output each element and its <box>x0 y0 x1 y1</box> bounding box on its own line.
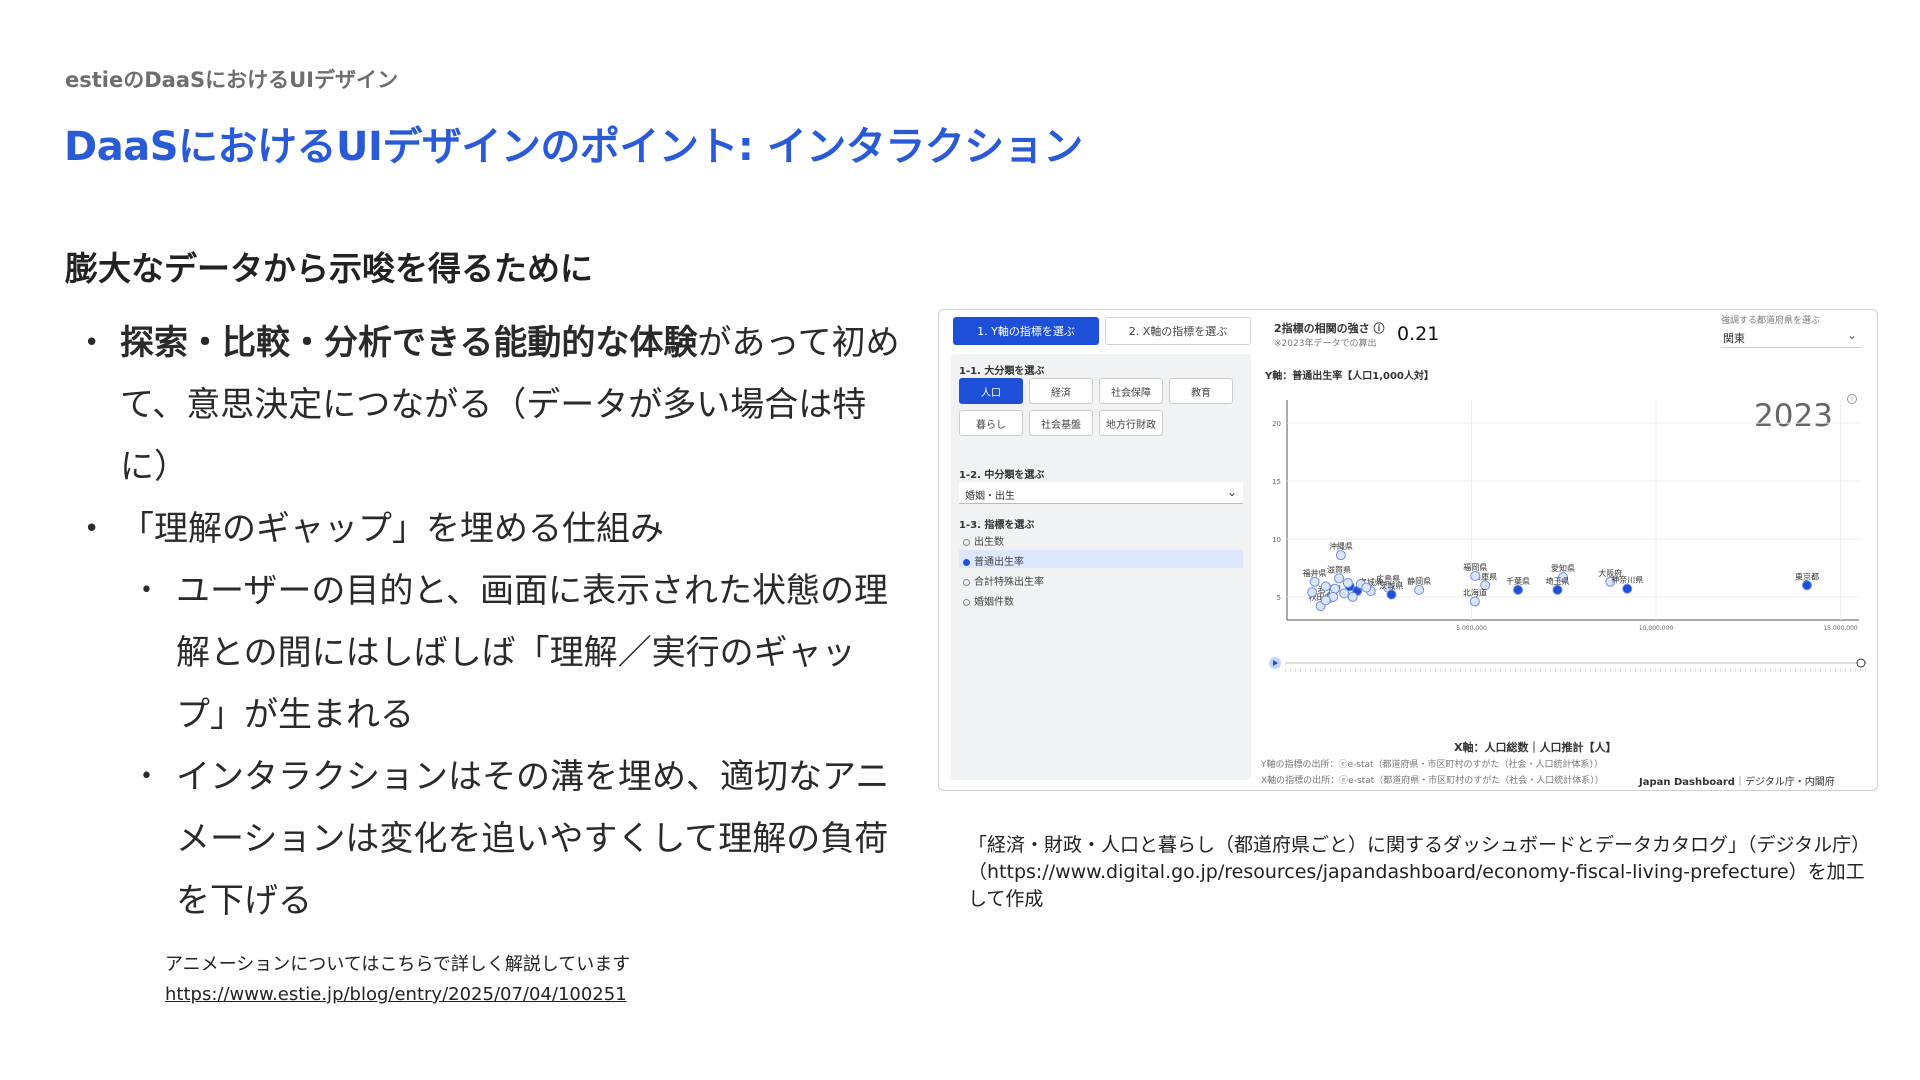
brand-name: Japan Dashboard <box>1639 777 1735 788</box>
bullet-item: 探索・比較・分析できる能動的な体験があって初めて、意思決定につながる（データが多… <box>80 312 900 498</box>
data-point <box>1361 582 1372 593</box>
data-point <box>1386 589 1397 600</box>
chip-category[interactable]: 社会基盤 <box>1029 410 1093 436</box>
data-point <box>1513 584 1524 595</box>
bullet-item: 「理解のギャップ」を埋める仕組み <box>80 498 900 560</box>
slide-title: DaaSにおけるUIデザインのポイント: インタラクション <box>64 124 1083 170</box>
data-point <box>1552 584 1563 595</box>
footnote-text: アニメーションについてはこちらで詳しく解説しています <box>165 954 631 975</box>
chip-category[interactable]: 経済 <box>1029 378 1093 404</box>
point-label: 千葉県 <box>1506 576 1530 586</box>
data-point <box>1329 583 1340 594</box>
x-axis-title: X軸：人口総数｜人口推計【人】 <box>1454 741 1617 754</box>
data-point <box>1469 596 1480 607</box>
data-point <box>1307 587 1318 598</box>
mid-category-label: 1-2. 中分類を選ぶ <box>959 470 1045 481</box>
data-point <box>1414 584 1425 595</box>
correlation-note: ※2023年データでの算出 <box>1274 339 1377 349</box>
radio-label: 合計特殊出生率 <box>974 577 1044 588</box>
indicator-radio[interactable]: 合計特殊出生率 <box>959 570 1243 588</box>
radio-label: 婚姻件数 <box>974 597 1014 608</box>
section-heading: 膨大なデータから示唆を得るために <box>65 249 593 288</box>
point-label: 北海道 <box>1463 587 1487 597</box>
slide-kicker: estieのDaaSにおけるUIデザイン <box>65 68 398 92</box>
radio-icon <box>963 559 970 566</box>
indicator-radio-selected[interactable]: 普通出生率 <box>959 550 1243 568</box>
bullet-text: 「理解のギャップ」を埋める仕組み <box>120 509 664 549</box>
point-label: 滋賀県 <box>1327 564 1351 574</box>
y-tick-label: 10 <box>1272 536 1281 544</box>
chip-category[interactable]: 教育 <box>1169 378 1233 404</box>
sub-bullet-text: ユーザーの目的と、画面に表示された状態の理解との間にはしばしば「理解／実行のギャ… <box>176 571 888 735</box>
major-category-label: 1-1. 大分類を選ぶ <box>959 366 1045 377</box>
data-point <box>1622 583 1633 594</box>
indicator-label: 1-3. 指標を選ぶ <box>959 520 1035 531</box>
radio-icon <box>963 599 970 606</box>
caption-text: 「経済・財政・人口と暮らし（都道府県ごと）に関するダッシュボードとデータカタログ… <box>968 834 1865 910</box>
point-label: 神奈川県 <box>1611 575 1643 585</box>
image-caption: 「経済・財政・人口と暮らし（都道府県ごと）に関するダッシュボードとデータカタログ… <box>968 832 1868 913</box>
sub-bullet-item: ユーザーの目的と、画面に表示された状態の理解との間にはしばしば「理解／実行のギャ… <box>80 560 900 746</box>
chevron-down-icon: ⌄ <box>1846 328 1857 342</box>
tab-y-axis[interactable]: 1. Y軸の指標を選ぶ <box>953 317 1099 345</box>
mid-category-value: 婚姻・出生 <box>965 491 1015 502</box>
chip-category[interactable]: 地方行財政 <box>1099 410 1163 436</box>
mid-category-select[interactable]: 婚姻・出生 ⌄ <box>959 482 1243 504</box>
point-label: 静岡県 <box>1407 576 1431 586</box>
point-label: 埼玉県 <box>1546 576 1570 586</box>
point-label: 福井県 <box>1303 568 1327 578</box>
chip-category[interactable]: 社会保障 <box>1099 378 1163 404</box>
scatter-plot: 51015205,000,000 10,000,000 15,000,000沖縄県福… <box>1272 400 1859 630</box>
timeline-slider[interactable] <box>1269 628 1869 698</box>
data-point <box>1801 580 1812 591</box>
chip-category[interactable]: 暮らし <box>959 410 1023 436</box>
point-label: 東京都 <box>1795 571 1819 581</box>
correlation-label: 2指標の相関の強さ ⓘ <box>1274 322 1385 335</box>
radio-icon <box>963 579 970 586</box>
radio-label: 出生数 <box>974 537 1004 548</box>
data-point <box>1335 550 1346 561</box>
prefecture-select-label: 強調する都道府県を選ぶ <box>1721 316 1821 326</box>
sub-bullet-item: インタラクションはその溝を埋め、適切なアニメーションは変化を追いやすくして理解の… <box>80 746 900 932</box>
bullet-strong-text: 探索・比較・分析できる能動的な体験 <box>120 323 698 363</box>
dashboard-screenshot: 1. Y軸の指標を選ぶ 2. X軸の指標を選ぶ 2指標の相関の強さ ⓘ ※202… <box>938 309 1878 791</box>
correlation-value: 0.21 <box>1397 323 1440 345</box>
radio-label: 普通出生率 <box>974 557 1024 568</box>
data-point <box>1320 581 1331 592</box>
y-tick-label: 15 <box>1272 478 1281 486</box>
prefecture-select[interactable]: 関東 ⌄ <box>1721 326 1861 348</box>
footnote: アニメーションについてはこちらで詳しく解説しています https://www.e… <box>165 950 630 1010</box>
data-point <box>1470 571 1481 581</box>
y-source-note: Y軸の指標の出所：ⓔe-stat（都道府県・市区町村のすがた（社会・人口統計体系… <box>1261 760 1604 770</box>
data-point <box>1320 595 1331 606</box>
brand-org: ｜デジタル庁・内閣府 <box>1734 777 1835 788</box>
indicator-radio[interactable]: 婚姻件数 <box>959 590 1243 608</box>
data-point <box>1334 573 1345 584</box>
chevron-down-icon: ⌄ <box>1226 485 1237 499</box>
point-label: 福岡県 <box>1463 563 1487 572</box>
bullet-list: 探索・比較・分析できる能動的な体験があって初めて、意思決定につながる（データが多… <box>80 312 900 932</box>
timeline-handle <box>1856 658 1866 668</box>
y-axis-title: Y軸：普通出生率【人口1,000人対】 <box>1265 371 1434 382</box>
brand-credit: Japan Dashboard｜デジタル庁・内閣府 <box>1639 773 1835 788</box>
point-label: 茨城県 <box>1379 581 1403 591</box>
data-point <box>1342 577 1353 588</box>
radio-icon <box>963 539 970 546</box>
indicator-radio[interactable]: 出生数 <box>959 530 1243 548</box>
y-tick-label: 20 <box>1272 420 1281 428</box>
blog-link[interactable]: https://www.estie.jp/blog/entry/2025/07/… <box>165 980 630 1010</box>
point-label: 愛知県 <box>1551 563 1575 573</box>
sub-bullet-text: インタラクションはその溝を埋め、適切なアニメーションは変化を追いやすくして理解の… <box>176 757 890 921</box>
x-source-note: X軸の指標の出所：ⓔe-stat（都道府県・市区町村のすがた（社会・人口統計体系… <box>1261 776 1604 786</box>
y-tick-label: 5 <box>1277 594 1281 602</box>
tab-x-axis[interactable]: 2. X軸の指標を選ぶ <box>1105 317 1251 345</box>
data-point <box>1339 588 1350 599</box>
prefecture-select-value: 関東 <box>1723 332 1745 345</box>
point-label: 沖縄県 <box>1329 541 1353 551</box>
data-point <box>1347 591 1358 602</box>
indicator-sidebar: 1-1. 大分類を選ぶ 人口 経済 社会保障 教育 暮らし 社会基盤 地方行財政… <box>951 354 1251 780</box>
chip-category[interactable]: 人口 <box>959 378 1023 404</box>
